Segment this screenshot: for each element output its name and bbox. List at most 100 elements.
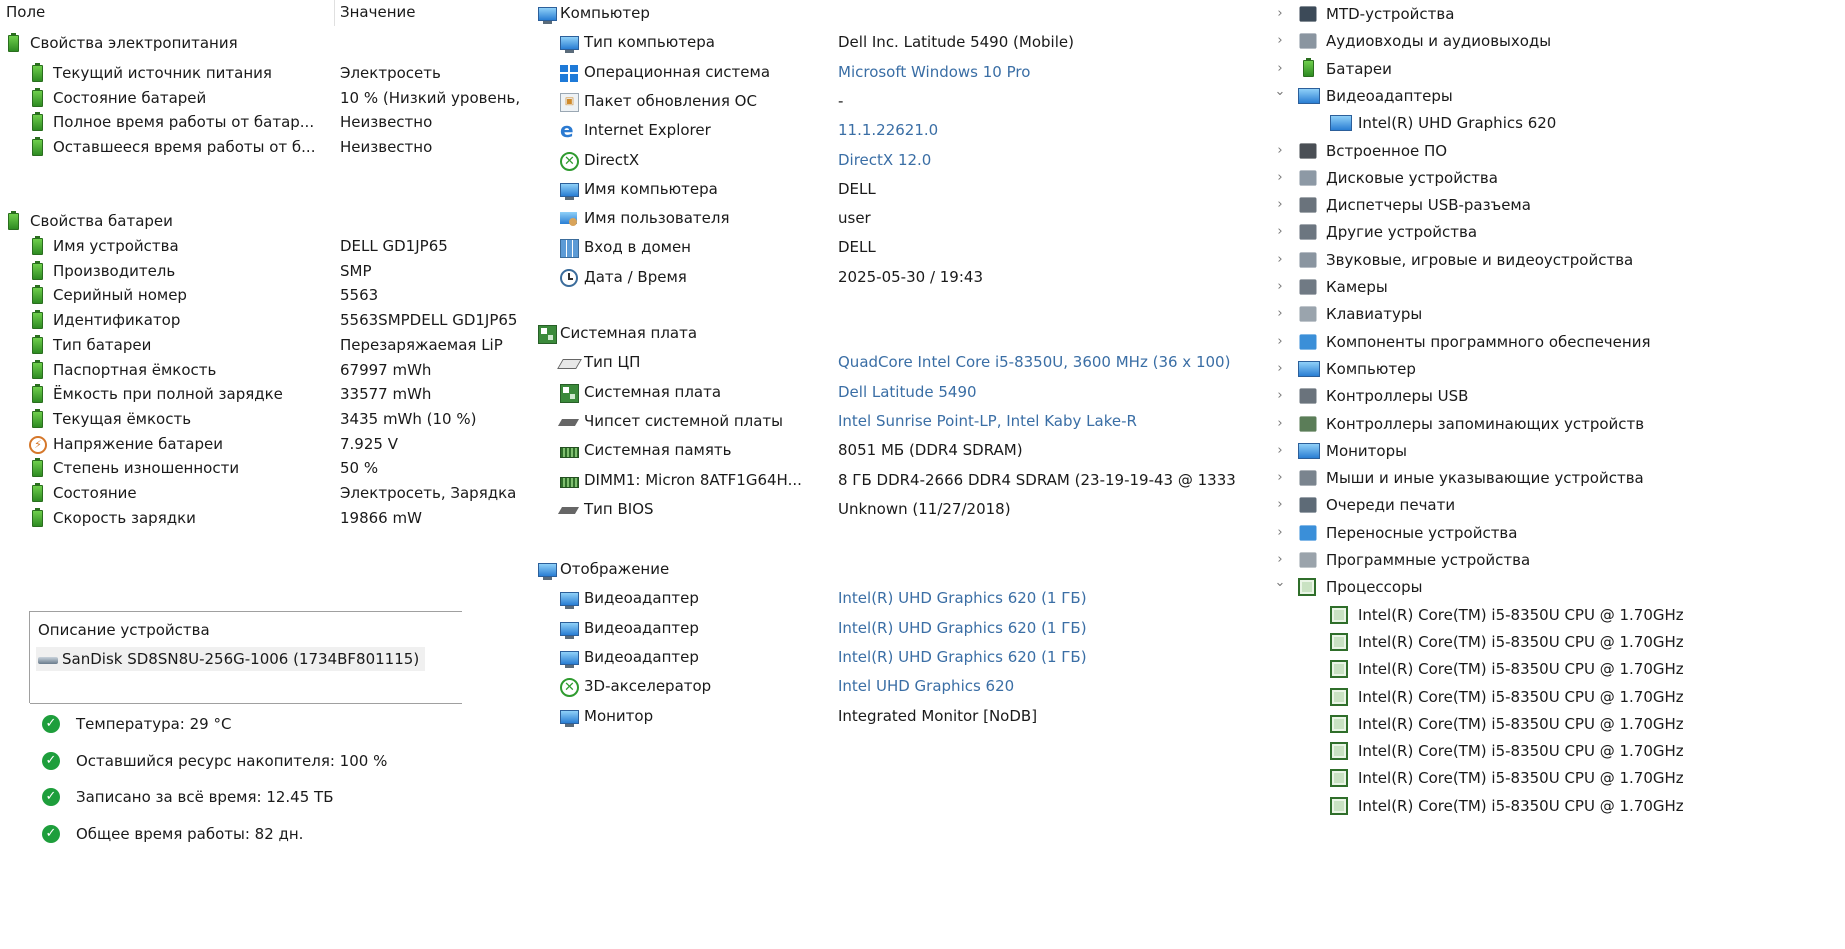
device-category[interactable]: › Компоненты программного обеспечения [1270,330,1830,354]
summary-value-link[interactable]: Dell Latitude 5490 [838,380,977,404]
device-category[interactable]: › Дисковые устройства [1270,166,1830,190]
summary-row[interactable]: Видеоадаптер Intel(R) UHD Graphics 620 (1… [560,586,1280,610]
summary-row[interactable]: Вход в домен DELL [560,235,1280,259]
summary-value-link[interactable]: Intel(R) UHD Graphics 620 (1 ГБ) [838,586,1087,610]
summary-value-link[interactable]: Microsoft Windows 10 Pro [838,60,1030,84]
device-category[interactable]: › Контроллеры USB [1270,384,1830,408]
device-category[interactable]: › Клавиатуры [1270,302,1830,326]
summary-row[interactable]: Тип ЦП QuadCore Intel Core i5-8350U, 3600… [557,350,1280,374]
device-category[interactable]: › Встроенное ПО [1270,139,1830,163]
chevron-right-icon[interactable]: › [1274,29,1286,53]
property-row[interactable]: ⚡ Напряжение батареи 7.925 V [0,432,530,456]
summary-row[interactable]: ✕ 3D-акселератор Intel UHD Graphics 620 [560,674,1280,698]
chevron-down-icon[interactable]: ⌄ [1274,571,1286,595]
summary-row[interactable]: Видеоадаптер Intel(R) UHD Graphics 620 (1… [560,645,1280,669]
property-row[interactable]: Текущий источник питания Электросеть [0,61,530,85]
device-item[interactable]: Intel(R) Core(TM) i5-8350U CPU @ 1.70GHz [1270,685,1830,709]
device-category[interactable]: › Очереди печати [1270,493,1830,517]
chevron-right-icon[interactable]: › [1274,493,1286,517]
chevron-right-icon[interactable]: › [1274,2,1286,26]
property-row[interactable]: Имя устройства DELL GD1JP65 [0,234,530,258]
device-item[interactable]: Intel(R) Core(TM) i5-8350U CPU @ 1.70GHz [1270,712,1830,736]
property-row[interactable]: Полное время работы от батар... Неизвестн… [0,110,530,134]
summary-value-link[interactable]: DirectX 12.0 [838,148,931,172]
summary-row[interactable]: Системная плата Dell Latitude 5490 [560,380,1280,404]
chevron-right-icon[interactable]: › [1274,439,1286,463]
device-category[interactable]: › Аудиовходы и аудиовыходы [1270,29,1830,53]
property-row[interactable]: Серийный номер 5563 [0,283,530,307]
property-row[interactable]: Паспортная ёмкость 67997 mWh [0,358,530,382]
device-category[interactable]: › Батареи [1270,57,1830,81]
summary-row[interactable]: DIMM1: Micron 8ATF1G64H... 8 ГБ DDR4-2666… [560,468,1280,492]
device-category[interactable]: › MTD-устройства [1270,2,1830,26]
summary-row[interactable]: Имя компьютера DELL [560,177,1280,201]
summary-row[interactable]: Имя пользователя user [560,206,1280,230]
property-row[interactable]: Оставшееся время работы от б... Неизвестн… [0,135,530,159]
column-divider[interactable] [334,0,335,26]
summary-row[interactable]: e Internet Explorer 11.1.22621.0 [560,118,1280,142]
property-row[interactable]: Производитель SMP [0,259,530,283]
device-item[interactable]: Intel(R) Core(TM) i5-8350U CPU @ 1.70GHz [1270,657,1830,681]
summary-row[interactable]: Видеоадаптер Intel(R) UHD Graphics 620 (1… [560,616,1280,640]
chevron-down-icon[interactable]: ⌄ [1274,80,1286,104]
property-row[interactable]: Текущая ёмкость 3435 mWh (10 %) [0,407,530,431]
chevron-right-icon[interactable]: › [1274,548,1286,572]
chevron-right-icon[interactable]: › [1274,57,1286,81]
property-row[interactable]: Степень изношенности 50 % [0,456,530,480]
summary-value-link[interactable]: Intel Sunrise Point-LP, Intel Kaby Lake-… [838,409,1137,433]
column-header-field[interactable]: Поле [6,0,45,24]
summary-row[interactable]: Системная память 8051 МБ (DDR4 SDRAM) [560,438,1280,462]
chevron-right-icon[interactable]: › [1274,139,1286,163]
device-category[interactable]: › Звуковые, игровые и видеоустройства [1270,248,1830,272]
device-item[interactable]: Intel(R) Core(TM) i5-8350U CPU @ 1.70GHz [1270,794,1830,818]
device-item[interactable]: Intel(R) Core(TM) i5-8350U CPU @ 1.70GHz [1270,630,1830,654]
property-row[interactable]: Ёмкость при полной зарядке 33577 mWh [0,382,530,406]
device-item[interactable]: Intel(R) UHD Graphics 620 [1270,111,1830,135]
summary-row[interactable]: Тип компьютера Dell Inc. Latitude 5490 (M… [560,30,1280,54]
chevron-right-icon[interactable]: › [1274,248,1286,272]
chevron-right-icon[interactable]: › [1274,357,1286,381]
chevron-right-icon[interactable]: › [1274,330,1286,354]
chevron-right-icon[interactable]: › [1274,166,1286,190]
summary-row[interactable]: Дата / Время 2025-05-30 / 19:43 [560,265,1280,289]
property-row[interactable]: Тип батареи Перезаряжаемая LiP [0,333,530,357]
chevron-right-icon[interactable]: › [1274,275,1286,299]
device-category[interactable]: › Диспетчеры USB-разъема [1270,193,1830,217]
chevron-right-icon[interactable]: › [1274,220,1286,244]
device-item[interactable]: Intel(R) Core(TM) i5-8350U CPU @ 1.70GHz [1270,603,1830,627]
device-item[interactable]: Intel(R) Core(TM) i5-8350U CPU @ 1.70GHz [1270,766,1830,790]
device-category[interactable]: › Переносные устройства [1270,521,1830,545]
summary-row[interactable]: ▣ Пакет обновления ОС - [560,89,1280,113]
summary-row[interactable]: Монитор Integrated Monitor [NoDB] [560,704,1280,728]
device-category[interactable]: › Мониторы [1270,439,1830,463]
summary-row[interactable]: Чипсет системной платы Intel Sunrise Poin… [557,409,1280,433]
device-category[interactable]: › Мыши и иные указывающие устройства [1270,466,1830,490]
chevron-right-icon[interactable]: › [1274,466,1286,490]
chevron-right-icon[interactable]: › [1274,302,1286,326]
device-category[interactable]: › Компьютер [1270,357,1830,381]
chevron-right-icon[interactable]: › [1274,193,1286,217]
device-category[interactable]: › Камеры [1270,275,1830,299]
property-row[interactable]: Скорость зарядки 19866 mW [0,506,530,530]
device-item[interactable]: Intel(R) Core(TM) i5-8350U CPU @ 1.70GHz [1270,739,1830,763]
summary-row[interactable]: Тип BIOS Unknown (11/27/2018) [557,497,1280,521]
chevron-right-icon[interactable]: › [1274,521,1286,545]
device-category[interactable]: › Контроллеры запоминающих устройств [1270,412,1830,436]
summary-value-link[interactable]: 11.1.22621.0 [838,118,938,142]
column-header-value[interactable]: Значение [340,0,416,24]
summary-value-link[interactable]: QuadCore Intel Core i5-8350U, 3600 MHz (… [838,350,1230,374]
chevron-right-icon[interactable]: › [1274,412,1286,436]
device-category[interactable]: ⌄ Процессоры [1270,575,1830,599]
device-category[interactable]: › Программные устройства [1270,548,1830,572]
property-row[interactable]: Состояние Электросеть, Зарядка [0,481,530,505]
summary-value-link[interactable]: Intel(R) UHD Graphics 620 (1 ГБ) [838,645,1087,669]
device-category[interactable]: › Другие устройства [1270,220,1830,244]
property-row[interactable]: Идентификатор 5563SMPDELL GD1JP65 [0,308,530,332]
property-row[interactable]: Состояние батарей 10 % (Низкий уровень, [0,86,530,110]
chevron-right-icon[interactable]: › [1274,384,1286,408]
summary-value-link[interactable]: Intel UHD Graphics 620 [838,674,1014,698]
summary-row[interactable]: Операционная система Microsoft Windows 10… [560,60,1280,84]
disk-device-item[interactable]: SanDisk SD8SN8U-256G-1006 (1734BF801115) [36,647,426,671]
device-category[interactable]: ⌄ Видеоадаптеры [1270,84,1830,108]
summary-value-link[interactable]: Intel(R) UHD Graphics 620 (1 ГБ) [838,616,1087,640]
